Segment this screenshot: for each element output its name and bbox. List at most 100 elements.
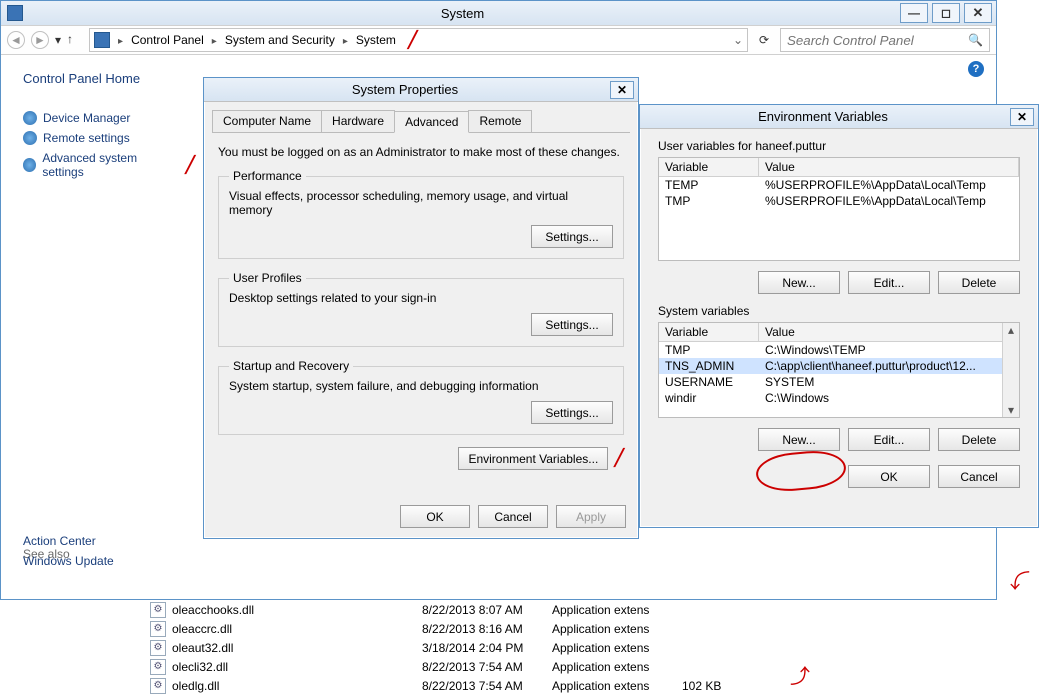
dll-icon [150,640,166,656]
startup-recovery-group: Startup and Recovery System startup, sys… [218,359,624,435]
back-button[interactable]: ◄ [7,31,25,49]
shield-icon [23,131,37,145]
up-button[interactable]: ↑ [67,32,83,48]
sys-vars-list[interactable]: VariableValue TMPC:\Windows\TEMP TNS_ADM… [658,322,1020,418]
cancel-button[interactable]: Cancel [478,505,548,528]
refresh-button[interactable]: ⟳ [754,33,774,47]
col-header[interactable]: Value [759,158,1019,176]
dialog-titlebar[interactable]: System Properties ✕ [204,78,638,102]
file-row[interactable]: oledlg.dll8/22/2013 7:54 AMApplication e… [150,676,850,695]
link-action-center[interactable]: Action Center [23,531,96,551]
scrollbar[interactable]: ▴▾ [1002,323,1019,417]
breadcrumb-item[interactable]: System and Security [225,33,335,47]
tabstrip: Computer Name Hardware Advanced Remote [212,110,630,133]
breadcrumb-drop-icon[interactable]: ⌄ [733,33,743,47]
history-dropdown[interactable]: ▾ [55,33,61,47]
titlebar[interactable]: System — ◻ ✕ [1,1,996,25]
breadcrumb[interactable]: Control Panel System and Security System… [89,28,748,52]
navbar: ◄ ► ▾ ↑ Control Panel System and Securit… [1,25,996,55]
environment-variables-dialog: Environment Variables ✕ User variables f… [639,104,1039,528]
dialog-title: System Properties [204,82,606,97]
var-name: TEMP [659,177,759,193]
var-name: USERNAME [659,374,759,390]
var-value: %USERPROFILE%\AppData\Local\Temp [759,193,1019,209]
var-name: TNS_ADMIN [659,358,759,374]
sidebar: Control Panel Home Device Manager Remote… [1,55,201,182]
performance-settings-button[interactable]: Settings... [531,225,613,248]
var-value: C:\app\client\haneef.puttur\product\12..… [759,358,1019,374]
shield-icon [23,158,36,172]
system-properties-dialog: System Properties ✕ Computer Name Hardwa… [203,77,639,539]
ok-button[interactable]: OK [400,505,470,528]
close-button[interactable]: ✕ [964,3,992,23]
link-windows-update[interactable]: Windows Update [23,551,114,571]
breadcrumb-item[interactable]: System [356,33,396,47]
dll-icon [150,602,166,618]
var-value: C:\Windows\TEMP [759,342,1019,358]
red-annotation: ╱ [185,155,195,175]
dialog-title: Environment Variables [640,109,1006,124]
user-delete-button[interactable]: Delete [938,271,1020,294]
window-title: System [29,6,896,21]
group-desc: Desktop settings related to your sign-in [229,291,613,305]
file-list: oleacchooks.dll8/22/2013 8:07 AMApplicat… [150,600,850,695]
red-annotation: ╱ [408,30,418,50]
group-legend: User Profiles [229,271,306,285]
help-icon[interactable]: ? [968,61,984,77]
startup-settings-button[interactable]: Settings... [531,401,613,424]
sidebar-item-advanced-system-settings[interactable]: Advanced system settings╱ [23,148,195,182]
var-value: %USERPROFILE%\AppData\Local\Temp [759,177,1019,193]
file-row[interactable]: oleacchooks.dll8/22/2013 8:07 AMApplicat… [150,600,850,619]
var-name: TMP [659,193,759,209]
user-new-button[interactable]: New... [758,271,840,294]
sys-edit-button[interactable]: Edit... [848,428,930,451]
col-header[interactable]: Variable [659,323,759,341]
close-button[interactable]: ✕ [1010,108,1034,126]
maximize-button[interactable]: ◻ [932,3,960,23]
ok-button[interactable]: OK [848,465,930,488]
performance-group: Performance Visual effects, processor sc… [218,169,624,259]
search-icon: 🔍 [968,33,983,47]
dll-icon [150,678,166,694]
dll-icon [150,621,166,637]
search-input[interactable] [787,33,968,48]
tab-advanced[interactable]: Advanced [394,111,469,133]
minimize-button[interactable]: — [900,3,928,23]
red-annotation: ╱ [614,450,624,467]
forward-button[interactable]: ► [31,31,49,49]
dll-icon [150,659,166,675]
col-header[interactable]: Value [759,323,1019,341]
tab-computer-name[interactable]: Computer Name [212,110,322,132]
file-row[interactable]: oleaccrc.dll8/22/2013 8:16 AMApplication… [150,619,850,638]
col-header[interactable]: Variable [659,158,759,176]
user-edit-button[interactable]: Edit... [848,271,930,294]
shield-icon [23,111,37,125]
breadcrumb-item[interactable]: Control Panel [131,33,204,47]
apply-button[interactable]: Apply [556,505,626,528]
sidebar-item-remote-settings[interactable]: Remote settings [23,128,195,148]
search-box[interactable]: 🔍 [780,28,990,52]
group-desc: System startup, system failure, and debu… [229,379,613,393]
environment-variables-button[interactable]: Environment Variables... [458,447,608,470]
cancel-button[interactable]: Cancel [938,465,1020,488]
location-icon [94,32,110,48]
admin-note: You must be logged on as an Administrato… [218,145,624,159]
sys-vars-label: System variables [658,304,1038,318]
user-profiles-settings-button[interactable]: Settings... [531,313,613,336]
var-name: windir [659,390,759,406]
control-panel-home-link[interactable]: Control Panel Home [23,71,195,86]
sys-new-button[interactable]: New... [758,428,840,451]
tab-hardware[interactable]: Hardware [321,110,395,132]
file-row[interactable]: oleaut32.dll3/18/2014 2:04 PMApplication… [150,638,850,657]
file-row[interactable]: olecli32.dll8/22/2013 7:54 AMApplication… [150,657,850,676]
user-vars-label: User variables for haneef.puttur [658,139,1038,153]
sys-delete-button[interactable]: Delete [938,428,1020,451]
system-icon [7,5,23,21]
user-vars-list[interactable]: VariableValue TEMP%USERPROFILE%\AppData\… [658,157,1020,261]
group-legend: Performance [229,169,306,183]
tab-remote[interactable]: Remote [468,110,532,132]
group-desc: Visual effects, processor scheduling, me… [229,189,613,217]
close-button[interactable]: ✕ [610,81,634,99]
dialog-titlebar[interactable]: Environment Variables ✕ [640,105,1038,129]
sidebar-item-device-manager[interactable]: Device Manager [23,108,195,128]
